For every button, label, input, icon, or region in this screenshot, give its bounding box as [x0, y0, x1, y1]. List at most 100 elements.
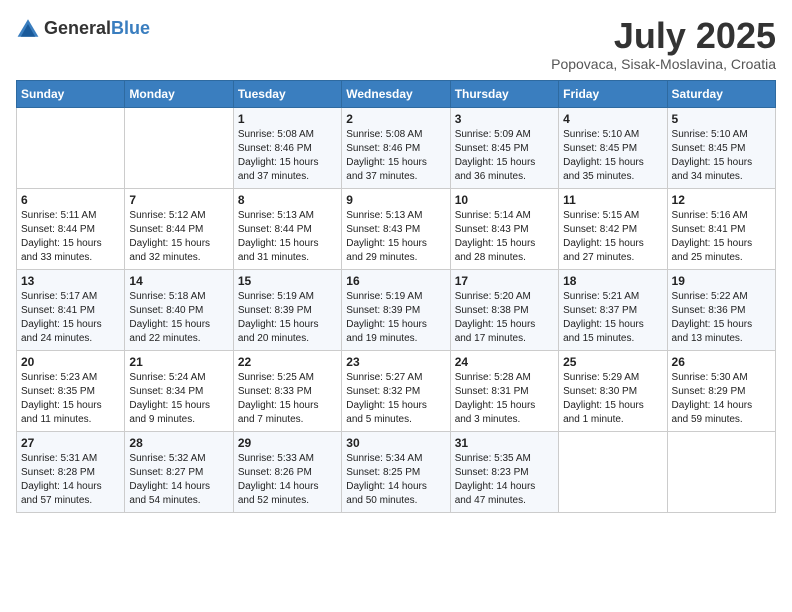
- calendar-cell: 16 Sunrise: 5:19 AM Sunset: 8:39 PM Dayli…: [342, 269, 450, 350]
- cell-content: Sunrise: 5:16 AM Sunset: 8:41 PM Dayligh…: [672, 209, 771, 265]
- cell-content: Sunrise: 5:31 AM Sunset: 8:28 PM Dayligh…: [21, 452, 120, 508]
- calendar-week-1: 1 Sunrise: 5:08 AM Sunset: 8:46 PM Daylig…: [17, 107, 776, 188]
- calendar-cell: 28 Sunrise: 5:32 AM Sunset: 8:27 PM Dayli…: [125, 431, 233, 512]
- cell-content: Sunrise: 5:29 AM Sunset: 8:30 PM Dayligh…: [563, 371, 662, 427]
- calendar-cell: 31Sunrise: 5:35 AM Sunset: 8:23 PM Dayli…: [450, 431, 558, 512]
- cell-content: Sunrise: 5:10 AM Sunset: 8:45 PM Dayligh…: [672, 128, 771, 184]
- calendar-cell: 14 Sunrise: 5:18 AM Sunset: 8:40 PM Dayli…: [125, 269, 233, 350]
- cell-content: Sunrise: 5:17 AM Sunset: 8:41 PM Dayligh…: [21, 290, 120, 346]
- day-number: 21: [129, 355, 228, 369]
- day-number: 10: [455, 193, 554, 207]
- cell-content: Sunrise: 5:10 AM Sunset: 8:45 PM Dayligh…: [563, 128, 662, 184]
- calendar-cell: 2 Sunrise: 5:08 AM Sunset: 8:46 PM Daylig…: [342, 107, 450, 188]
- cell-content: Sunrise: 5:19 AM Sunset: 8:39 PM Dayligh…: [238, 290, 337, 346]
- col-header-sunday: Sunday: [17, 80, 125, 107]
- col-header-monday: Monday: [125, 80, 233, 107]
- logo-blue: Blue: [111, 18, 150, 38]
- page-header: GeneralBlue July 2025 Popovaca, Sisak-Mo…: [16, 16, 776, 72]
- title-block: July 2025 Popovaca, Sisak-Moslavina, Cro…: [551, 16, 776, 72]
- day-number: 16: [346, 274, 445, 288]
- cell-content: Sunrise: 5:19 AM Sunset: 8:39 PM Dayligh…: [346, 290, 445, 346]
- cell-content: Sunrise: 5:18 AM Sunset: 8:40 PM Dayligh…: [129, 290, 228, 346]
- day-number: 29: [238, 436, 337, 450]
- calendar-cell: 15 Sunrise: 5:19 AM Sunset: 8:39 PM Dayli…: [233, 269, 341, 350]
- logo-general: General: [44, 18, 111, 38]
- calendar-header-row: SundayMondayTuesdayWednesdayThursdayFrid…: [17, 80, 776, 107]
- cell-content: Sunrise: 5:28 AM Sunset: 8:31 PM Dayligh…: [455, 371, 554, 427]
- day-number: 23: [346, 355, 445, 369]
- day-number: 1: [238, 112, 337, 126]
- calendar-cell: 21Sunrise: 5:24 AM Sunset: 8:34 PM Dayli…: [125, 350, 233, 431]
- cell-content: Sunrise: 5:33 AM Sunset: 8:26 PM Dayligh…: [238, 452, 337, 508]
- day-number: 27: [21, 436, 120, 450]
- calendar-week-2: 6Sunrise: 5:11 AM Sunset: 8:44 PM Daylig…: [17, 188, 776, 269]
- cell-content: Sunrise: 5:20 AM Sunset: 8:38 PM Dayligh…: [455, 290, 554, 346]
- day-number: 12: [672, 193, 771, 207]
- cell-content: Sunrise: 5:32 AM Sunset: 8:27 PM Dayligh…: [129, 452, 228, 508]
- day-number: 19: [672, 274, 771, 288]
- calendar-cell: 3Sunrise: 5:09 AM Sunset: 8:45 PM Daylig…: [450, 107, 558, 188]
- calendar-cell: 29 Sunrise: 5:33 AM Sunset: 8:26 PM Dayli…: [233, 431, 341, 512]
- calendar-cell: 1Sunrise: 5:08 AM Sunset: 8:46 PM Daylig…: [233, 107, 341, 188]
- day-number: 26: [672, 355, 771, 369]
- cell-content: Sunrise: 5:13 AM Sunset: 8:43 PM Dayligh…: [346, 209, 445, 265]
- calendar-cell: 24Sunrise: 5:28 AM Sunset: 8:31 PM Dayli…: [450, 350, 558, 431]
- calendar-cell: 17Sunrise: 5:20 AM Sunset: 8:38 PM Dayli…: [450, 269, 558, 350]
- calendar-week-4: 20Sunrise: 5:23 AM Sunset: 8:35 PM Dayli…: [17, 350, 776, 431]
- calendar-cell: 22 Sunrise: 5:25 AM Sunset: 8:33 PM Dayli…: [233, 350, 341, 431]
- logo-text: GeneralBlue: [44, 18, 150, 39]
- day-number: 20: [21, 355, 120, 369]
- day-number: 7: [129, 193, 228, 207]
- day-number: 3: [455, 112, 554, 126]
- col-header-wednesday: Wednesday: [342, 80, 450, 107]
- calendar-cell: 7 Sunrise: 5:12 AM Sunset: 8:44 PM Daylig…: [125, 188, 233, 269]
- col-header-friday: Friday: [559, 80, 667, 107]
- cell-content: Sunrise: 5:21 AM Sunset: 8:37 PM Dayligh…: [563, 290, 662, 346]
- calendar-cell: [667, 431, 775, 512]
- day-number: 14: [129, 274, 228, 288]
- calendar-cell: 25 Sunrise: 5:29 AM Sunset: 8:30 PM Dayli…: [559, 350, 667, 431]
- day-number: 11: [563, 193, 662, 207]
- calendar-cell: 27 Sunrise: 5:31 AM Sunset: 8:28 PM Dayli…: [17, 431, 125, 512]
- calendar-week-5: 27 Sunrise: 5:31 AM Sunset: 8:28 PM Dayli…: [17, 431, 776, 512]
- calendar-cell: [125, 107, 233, 188]
- calendar-table: SundayMondayTuesdayWednesdayThursdayFrid…: [16, 80, 776, 513]
- calendar-cell: 11 Sunrise: 5:15 AM Sunset: 8:42 PM Dayli…: [559, 188, 667, 269]
- cell-content: Sunrise: 5:30 AM Sunset: 8:29 PM Dayligh…: [672, 371, 771, 427]
- day-number: 18: [563, 274, 662, 288]
- day-number: 4: [563, 112, 662, 126]
- cell-content: Sunrise: 5:12 AM Sunset: 8:44 PM Dayligh…: [129, 209, 228, 265]
- calendar-cell: 5 Sunrise: 5:10 AM Sunset: 8:45 PM Daylig…: [667, 107, 775, 188]
- cell-content: Sunrise: 5:15 AM Sunset: 8:42 PM Dayligh…: [563, 209, 662, 265]
- day-number: 15: [238, 274, 337, 288]
- day-number: 5: [672, 112, 771, 126]
- day-number: 13: [21, 274, 120, 288]
- cell-content: Sunrise: 5:34 AM Sunset: 8:25 PM Dayligh…: [346, 452, 445, 508]
- col-header-saturday: Saturday: [667, 80, 775, 107]
- cell-content: Sunrise: 5:14 AM Sunset: 8:43 PM Dayligh…: [455, 209, 554, 265]
- calendar-cell: 13 Sunrise: 5:17 AM Sunset: 8:41 PM Dayli…: [17, 269, 125, 350]
- calendar-cell: 9Sunrise: 5:13 AM Sunset: 8:43 PM Daylig…: [342, 188, 450, 269]
- calendar-cell: 12 Sunrise: 5:16 AM Sunset: 8:41 PM Dayli…: [667, 188, 775, 269]
- day-number: 30: [346, 436, 445, 450]
- logo-icon: [16, 16, 40, 40]
- calendar-cell: [559, 431, 667, 512]
- day-number: 2: [346, 112, 445, 126]
- day-number: 22: [238, 355, 337, 369]
- cell-content: Sunrise: 5:27 AM Sunset: 8:32 PM Dayligh…: [346, 371, 445, 427]
- day-number: 31: [455, 436, 554, 450]
- calendar-cell: 23 Sunrise: 5:27 AM Sunset: 8:32 PM Dayli…: [342, 350, 450, 431]
- col-header-tuesday: Tuesday: [233, 80, 341, 107]
- cell-content: Sunrise: 5:25 AM Sunset: 8:33 PM Dayligh…: [238, 371, 337, 427]
- calendar-cell: 18 Sunrise: 5:21 AM Sunset: 8:37 PM Dayli…: [559, 269, 667, 350]
- day-number: 28: [129, 436, 228, 450]
- day-number: 25: [563, 355, 662, 369]
- cell-content: Sunrise: 5:13 AM Sunset: 8:44 PM Dayligh…: [238, 209, 337, 265]
- calendar-cell: 4 Sunrise: 5:10 AM Sunset: 8:45 PM Daylig…: [559, 107, 667, 188]
- cell-content: Sunrise: 5:08 AM Sunset: 8:46 PM Dayligh…: [346, 128, 445, 184]
- month-title: July 2025: [551, 16, 776, 56]
- calendar-cell: 26 Sunrise: 5:30 AM Sunset: 8:29 PM Dayli…: [667, 350, 775, 431]
- cell-content: Sunrise: 5:11 AM Sunset: 8:44 PM Dayligh…: [21, 209, 120, 265]
- calendar-cell: 8Sunrise: 5:13 AM Sunset: 8:44 PM Daylig…: [233, 188, 341, 269]
- location: Popovaca, Sisak-Moslavina, Croatia: [551, 56, 776, 72]
